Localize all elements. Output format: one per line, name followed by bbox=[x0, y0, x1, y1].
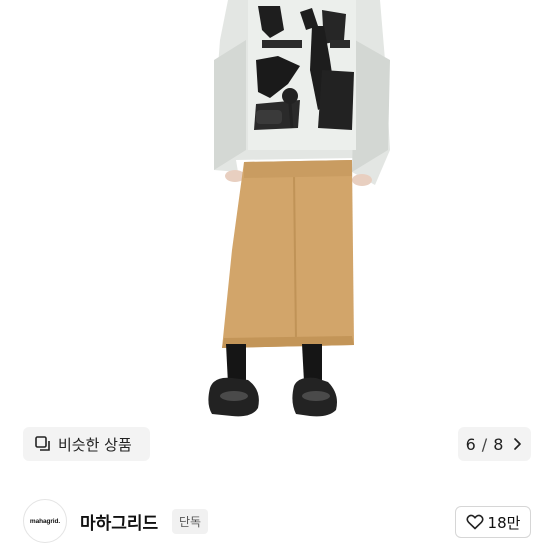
image-page-counter[interactable]: 6 / 8 bbox=[458, 427, 531, 461]
brand-logo[interactable]: mahagrid. bbox=[23, 499, 67, 543]
similar-products-button[interactable]: 비슷한 상품 bbox=[23, 427, 150, 461]
similar-products-icon bbox=[34, 435, 52, 453]
brand-logo-text: mahagrid. bbox=[29, 517, 61, 525]
product-photo-art bbox=[208, 0, 390, 417]
heart-outline-icon bbox=[466, 514, 484, 530]
like-count: 18만 bbox=[487, 513, 521, 532]
page-separator: / bbox=[481, 434, 488, 454]
chevron-right-icon bbox=[511, 437, 523, 451]
current-page: 6 bbox=[465, 434, 476, 454]
like-button[interactable]: 18만 bbox=[455, 506, 531, 538]
total-pages: 8 bbox=[493, 434, 504, 454]
similar-products-label: 비슷한 상품 bbox=[58, 435, 132, 454]
brand-name[interactable]: 마하그리드 bbox=[80, 509, 158, 534]
exclusive-badge: 단독 bbox=[172, 509, 209, 534]
product-photo[interactable] bbox=[0, 0, 555, 483]
